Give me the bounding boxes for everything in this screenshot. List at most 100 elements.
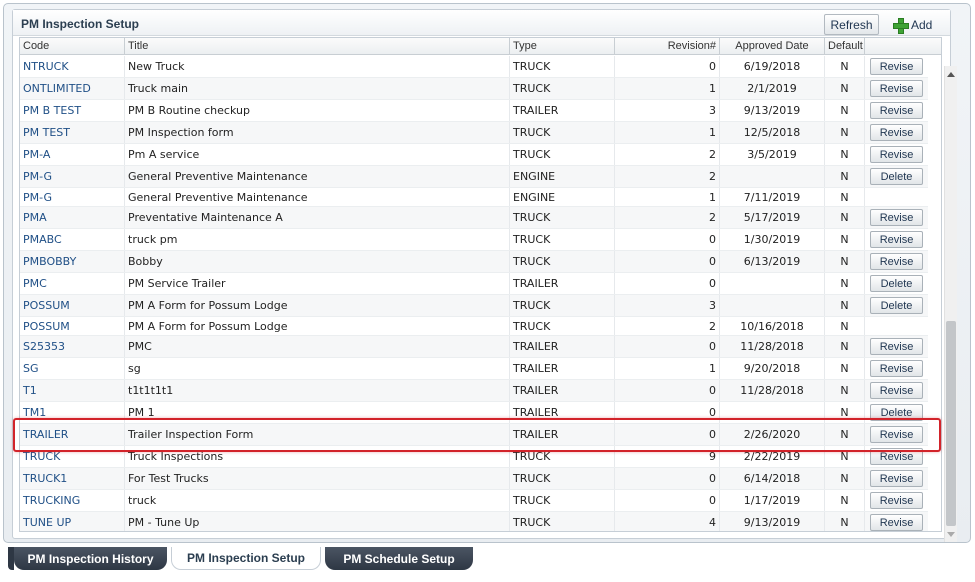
tab-pm-inspection-setup[interactable]: PM Inspection Setup [171,547,321,570]
table-row[interactable]: PMABC truck pm TRUCK 0 1/30/2019 N Revise [20,229,928,251]
cell-title: Trailer Inspection Form [125,424,510,445]
revise-button[interactable]: Revise [870,231,923,248]
cell-action: Revise [865,78,928,99]
revise-button[interactable]: Revise [870,102,923,119]
table-row[interactable]: ONTLIMITED Truck main TRUCK 1 2/1/2019 N Revis… [20,78,928,100]
cell-code[interactable]: TRUCKING [20,490,125,511]
cell-code[interactable]: SG [20,358,125,379]
cell-code[interactable]: TRUCK [20,446,125,467]
delete-button[interactable]: Delete [870,275,923,292]
table-row[interactable]: TRAILER Trailer Inspection Form TRAILER 0 2/… [20,424,928,446]
cell-code[interactable]: TRAILER [20,424,125,445]
table-row[interactable]: TRUCK1 For Test Trucks TRUCK 0 6/14/2018 N Rev… [20,468,928,490]
cell-code[interactable]: PM TEST [20,122,125,143]
table-row[interactable]: PMC PM Service Trailer TRAILER 0 N Delete [20,273,928,295]
cell-code[interactable]: PMC [20,273,125,294]
revise-button[interactable]: Revise [870,338,923,355]
cell-action: Delete [865,295,928,316]
revise-button[interactable]: Revise [870,146,923,163]
cell-title: New Truck [125,56,510,77]
cell-code[interactable]: S25353 [20,336,125,357]
cell-code[interactable]: PM-A [20,144,125,165]
revise-button[interactable]: Revise [870,58,923,75]
cell-approved-date [720,166,825,187]
refresh-button[interactable]: Refresh [824,14,879,35]
cell-approved-date: 6/13/2019 [720,251,825,272]
revise-button[interactable]: Revise [870,426,923,443]
table-row[interactable]: PM-G General Preventive Maintenance ENGINE… [20,188,928,207]
table-row[interactable]: S25353 PMC TRAILER 0 11/28/2018 N Revise [20,336,928,358]
scroll-up-icon[interactable] [947,72,955,77]
table-row[interactable]: SG sg TRAILER 1 9/20/2018 N Revise [20,358,928,380]
table-row[interactable]: TRUCK Truck Inspections TRUCK 9 2/22/2019 N Re… [20,446,928,468]
add-button[interactable]: Add [893,16,932,34]
cell-code[interactable]: TUNE UP [20,512,125,531]
table-row[interactable]: PM-G General Preventive Maintenance ENGINE… [20,166,928,188]
cell-code[interactable]: POSSUM [20,317,125,335]
table-row[interactable]: TRUCKING truck TRUCK 0 1/17/2019 N Revise [20,490,928,512]
col-header-default[interactable]: Default [825,38,865,55]
revise-button[interactable]: Revise [870,360,923,377]
scroll-thumb[interactable] [946,321,956,526]
table-row[interactable]: PM B TEST PM B Routine checkup TRAILER 3 9/1… [20,100,928,122]
cell-code[interactable]: PMA [20,207,125,228]
col-header-revision[interactable]: Revision# [615,38,720,55]
scroll-down-icon[interactable] [947,532,955,537]
cell-code[interactable]: PM-G [20,166,125,187]
delete-button[interactable]: Delete [870,297,923,314]
col-header-approved-date[interactable]: Approved Date [720,38,825,55]
table-row[interactable]: TM1 PM 1 TRAILER 0 N Delete [20,402,928,424]
cell-code[interactable]: T1 [20,380,125,401]
revise-button[interactable]: Revise [870,382,923,399]
table-row[interactable]: T1 t1t1t1t1 TRAILER 0 11/28/2018 N Revise [20,380,928,402]
tab-pm-inspection-history[interactable]: PM Inspection History [14,547,167,570]
cell-type: TRUCK [510,78,615,99]
cell-type: TRUCK [510,144,615,165]
cell-title: PM 1 [125,402,510,423]
cell-default: N [825,358,865,379]
table-row[interactable]: PMBOBBY Bobby TRUCK 0 6/13/2019 N Revise [20,251,928,273]
cell-code[interactable]: TM1 [20,402,125,423]
revise-button[interactable]: Revise [870,448,923,465]
revise-button[interactable]: Revise [870,80,923,97]
cell-code[interactable]: ONTLIMITED [20,78,125,99]
revise-button[interactable]: Revise [870,124,923,141]
cell-revision: 0 [615,251,720,272]
revise-button[interactable]: Revise [870,470,923,487]
col-header-title[interactable]: Title [125,38,510,55]
cell-code[interactable]: PMBOBBY [20,251,125,272]
delete-button[interactable]: Delete [870,404,923,421]
col-header-code[interactable]: Code [20,38,125,55]
table-row[interactable]: POSSUM PM A Form for Possum Lodge TRUCK 2 10… [20,317,928,336]
cell-approved-date: 12/5/2018 [720,122,825,143]
revise-button[interactable]: Revise [870,492,923,509]
revise-button[interactable]: Revise [870,514,923,531]
plus-icon [893,18,909,34]
cell-code[interactable]: PM B TEST [20,100,125,121]
delete-button[interactable]: Delete [870,168,923,185]
cell-action: Revise [865,446,928,467]
table-row[interactable]: TUNE UP PM - Tune Up TRUCK 4 9/13/2019 N Revis… [20,512,928,531]
table-row[interactable]: PM TEST PM Inspection form TRUCK 1 12/5/2018… [20,122,928,144]
revise-button[interactable]: Revise [870,253,923,270]
col-header-type[interactable]: Type [510,38,615,55]
cell-revision: 9 [615,446,720,467]
revise-button[interactable]: Revise [870,209,923,226]
vertical-scrollbar[interactable] [944,66,957,542]
cell-code[interactable]: NTRUCK [20,56,125,77]
cell-default: N [825,251,865,272]
cell-default: N [825,380,865,401]
cell-code[interactable]: TRUCK1 [20,468,125,489]
cell-code[interactable]: PM-G [20,188,125,206]
cell-code[interactable]: PMABC [20,229,125,250]
cell-revision: 2 [615,166,720,187]
table-row[interactable]: PM-A Pm A service TRUCK 2 3/5/2019 N Revise [20,144,928,166]
table-row[interactable]: POSSUM PM A Form for Possum Lodge TRUCK 3 N D… [20,295,928,317]
cell-approved-date: 2/1/2019 [720,78,825,99]
cell-code[interactable]: POSSUM [20,295,125,316]
table-row[interactable]: NTRUCK New Truck TRUCK 0 6/19/2018 N Revise [20,56,928,78]
tab-pm-schedule-setup[interactable]: PM Schedule Setup [325,547,473,570]
cell-default: N [825,336,865,357]
cell-action: Delete [865,273,928,294]
table-row[interactable]: PMA Preventative Maintenance A TRUCK 2 5/17/… [20,207,928,229]
